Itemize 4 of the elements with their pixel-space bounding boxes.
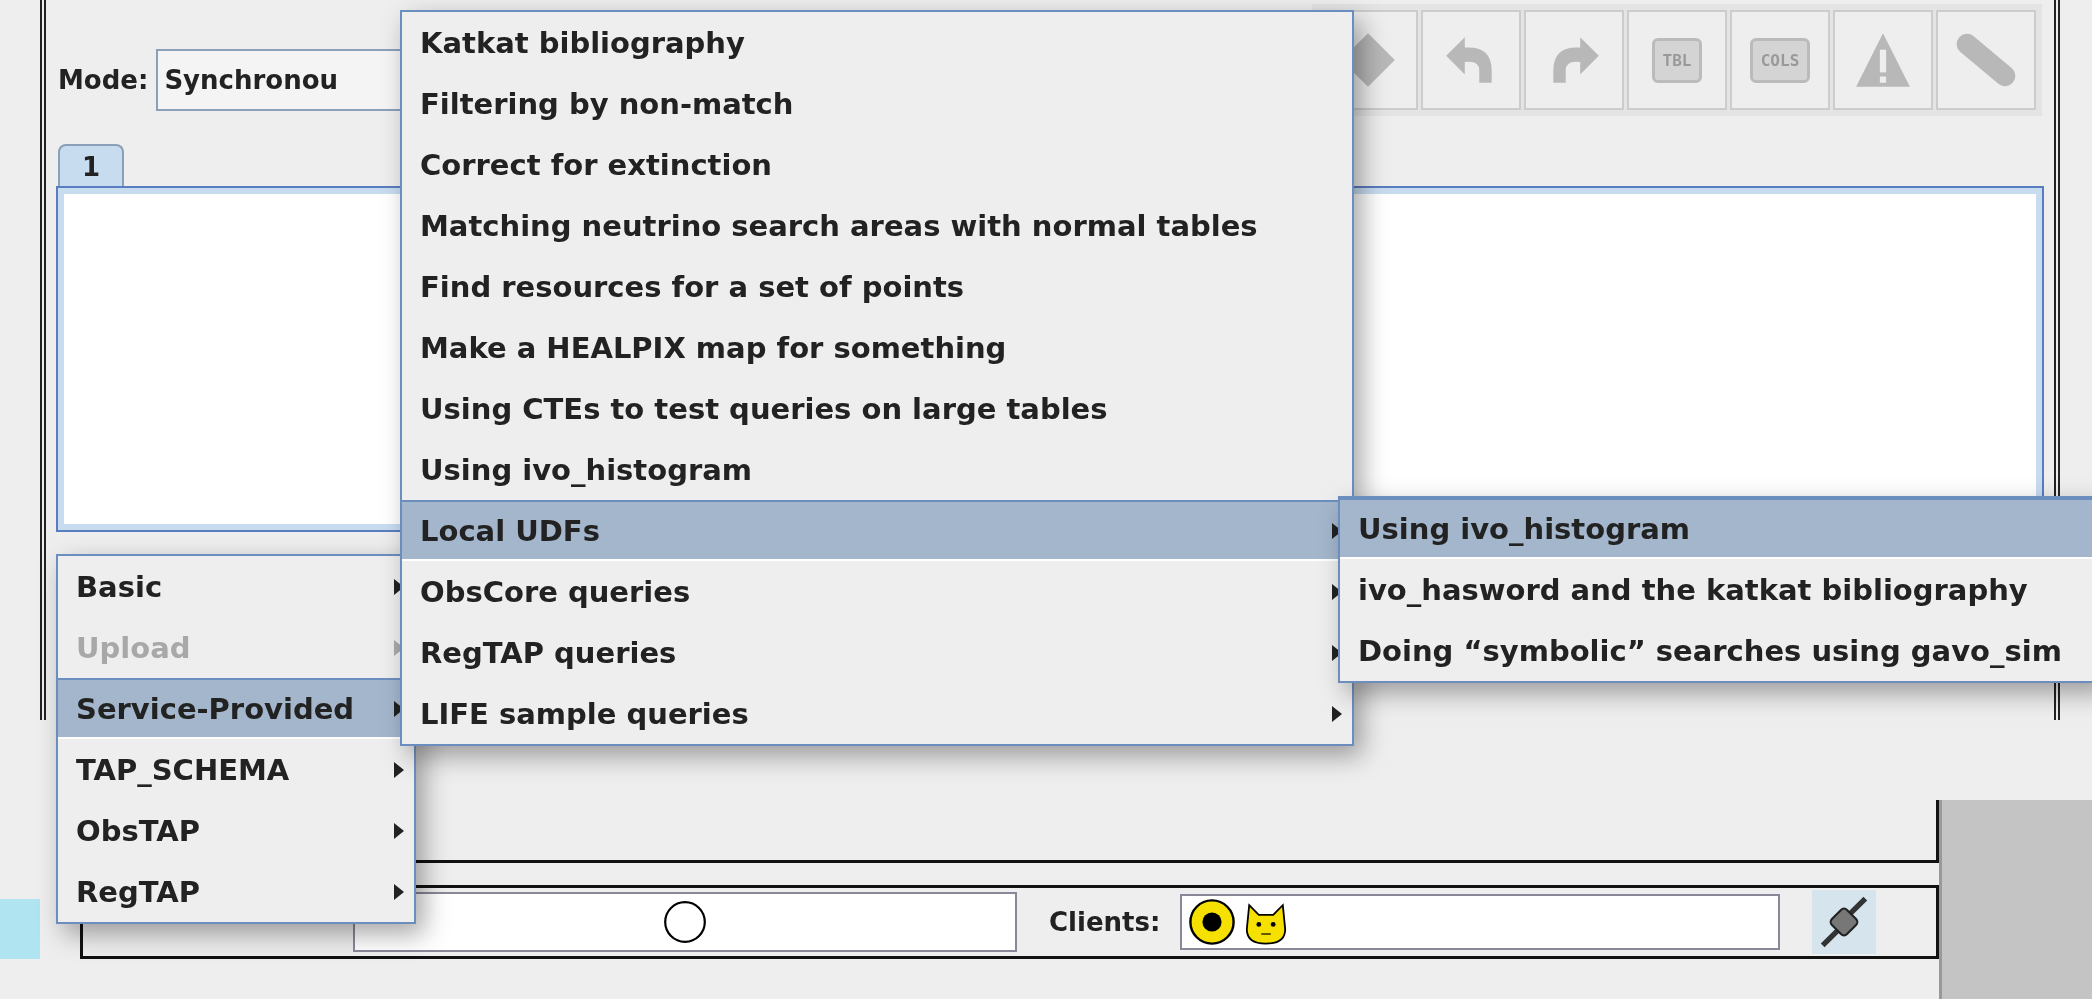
clients-label: Clients: xyxy=(1049,907,1161,937)
mode-label: Mode: xyxy=(58,65,149,95)
tbl-icon: TBL xyxy=(1651,37,1703,83)
cols-icon: COLS xyxy=(1749,37,1811,83)
